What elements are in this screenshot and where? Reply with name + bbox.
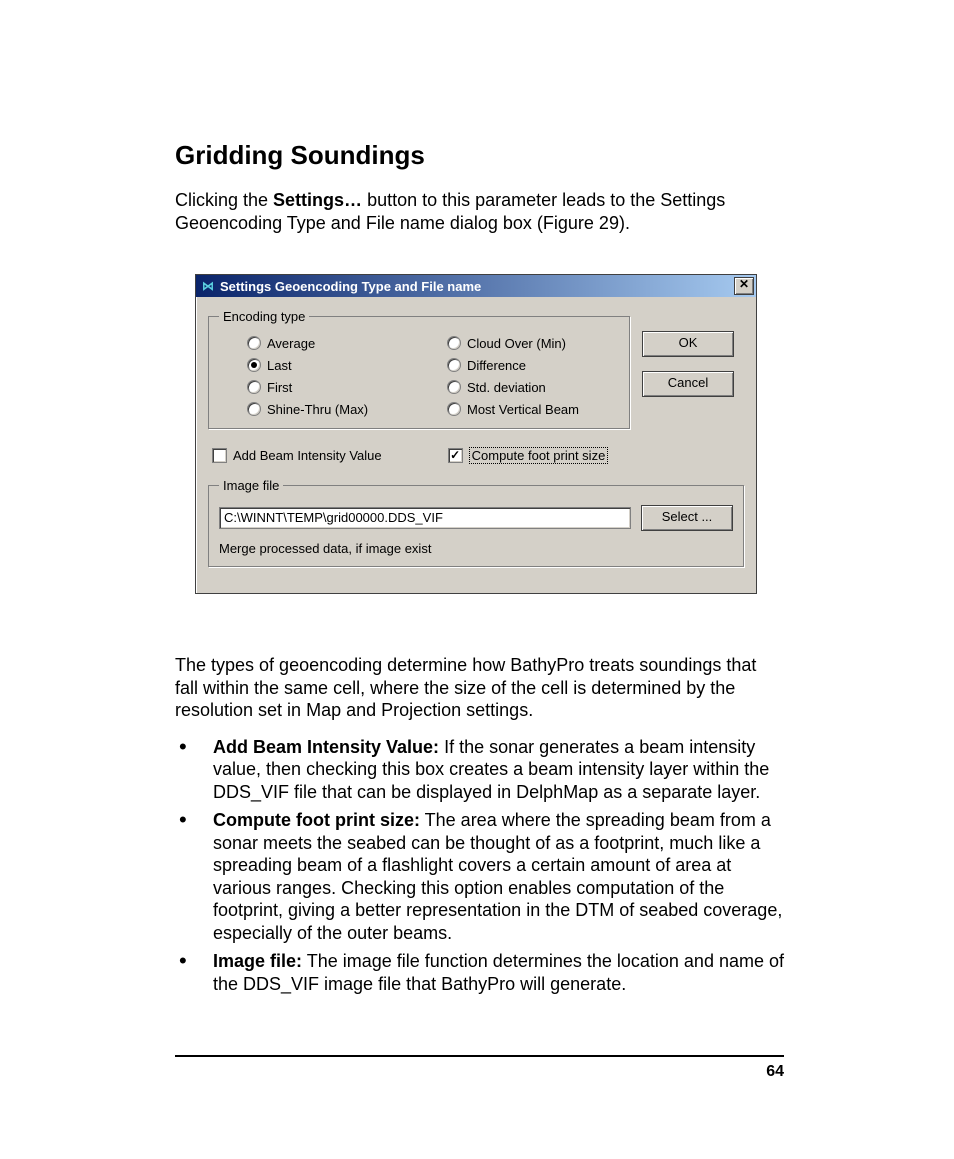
encoding-legend: Encoding type	[219, 309, 309, 324]
settings-dialog: ⋈ Settings Geoencoding Type and File nam…	[195, 274, 757, 594]
radio-shine-thru-label: Shine-Thru (Max)	[267, 402, 368, 417]
intro-paragraph: Clicking the Settings… button to this pa…	[175, 189, 784, 234]
page-heading: Gridding Soundings	[175, 140, 784, 171]
dialog-title: Settings Geoencoding Type and File name	[220, 279, 734, 294]
radio-last[interactable]: Last	[247, 356, 447, 374]
radio-cloud-over-label: Cloud Over (Min)	[467, 336, 566, 351]
encoding-type-group: Encoding type Average Last First Shine-T…	[208, 309, 630, 429]
radio-difference-label: Difference	[467, 358, 526, 373]
intro-pre: Clicking the	[175, 190, 273, 210]
page-footer: 64	[175, 1055, 784, 1081]
bullet-add-beam: Add Beam Intensity Value: If the sonar g…	[175, 736, 784, 804]
dialog-titlebar: ⋈ Settings Geoencoding Type and File nam…	[196, 275, 756, 297]
ok-button[interactable]: OK	[642, 331, 734, 357]
add-beam-checkbox[interactable]	[212, 448, 227, 463]
radio-average-label: Average	[267, 336, 315, 351]
radio-average[interactable]: Average	[247, 334, 447, 352]
image-file-group: Image file C:\WINNT\TEMP\grid00000.DDS_V…	[208, 478, 744, 567]
add-beam-label: Add Beam Intensity Value	[233, 448, 382, 463]
image-file-legend: Image file	[219, 478, 283, 493]
radio-first-label: First	[267, 380, 292, 395]
body-paragraph: The types of geoencoding determine how B…	[175, 654, 784, 722]
radio-first[interactable]: First	[247, 378, 447, 396]
intro-bold: Settings…	[273, 190, 362, 210]
radio-most-vertical[interactable]: Most Vertical Beam	[447, 400, 617, 418]
radio-most-vertical-label: Most Vertical Beam	[467, 402, 579, 417]
encoding-right-col: Cloud Over (Min) Difference Std. deviati…	[447, 332, 617, 418]
bullet-image-file: Image file: The image file function dete…	[175, 950, 784, 995]
radio-shine-thru[interactable]: Shine-Thru (Max)	[247, 400, 447, 418]
encoding-left-col: Average Last First Shine-Thru (Max)	[247, 332, 447, 418]
cancel-button[interactable]: Cancel	[642, 371, 734, 397]
app-icon: ⋈	[200, 278, 216, 294]
merge-note: Merge processed data, if image exist	[219, 541, 733, 556]
radio-std-deviation-label: Std. deviation	[467, 380, 546, 395]
bullet-image-file-bold: Image file:	[213, 951, 302, 971]
select-button[interactable]: Select ...	[641, 505, 733, 531]
radio-cloud-over[interactable]: Cloud Over (Min)	[447, 334, 617, 352]
bullet-footprint: Compute foot print size: The area where …	[175, 809, 784, 944]
checkbox-row: Add Beam Intensity Value Compute foot pr…	[212, 447, 744, 464]
radio-last-label: Last	[267, 358, 292, 373]
radio-difference[interactable]: Difference	[447, 356, 617, 374]
radio-std-deviation[interactable]: Std. deviation	[447, 378, 617, 396]
footprint-checkbox[interactable]	[448, 448, 463, 463]
close-icon[interactable]: ✕	[734, 277, 754, 295]
footprint-label: Compute foot print size	[469, 447, 609, 464]
bullet-footprint-bold: Compute foot print size:	[213, 810, 420, 830]
image-path-input[interactable]: C:\WINNT\TEMP\grid00000.DDS_VIF	[219, 507, 631, 529]
page-number: 64	[766, 1063, 784, 1080]
bullet-add-beam-bold: Add Beam Intensity Value:	[213, 737, 439, 757]
